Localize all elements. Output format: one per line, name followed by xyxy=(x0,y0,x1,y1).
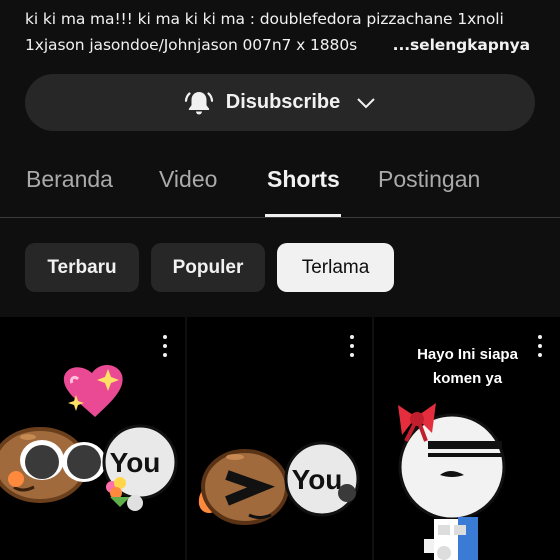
tab-postingan[interactable]: Postingan xyxy=(378,166,480,193)
short-3-artwork xyxy=(398,403,506,560)
chevron-down-icon xyxy=(354,91,378,115)
channel-tabs: Beranda Video Shorts Postingan xyxy=(0,152,560,218)
short-1-sticker-text: You xyxy=(110,447,161,478)
more-options-icon[interactable] xyxy=(346,335,358,357)
filter-chip-terlama[interactable]: Terlama xyxy=(277,243,394,292)
more-options-icon[interactable] xyxy=(534,335,546,357)
subscribe-button[interactable]: Disubscribe xyxy=(25,74,535,131)
short-1-artwork: You xyxy=(0,364,178,511)
description-line-1: ki ki ma ma!!! ki ma ki ki ma : doublefe… xyxy=(25,10,504,28)
show-more-link[interactable]: ...selengkapnya xyxy=(393,32,530,58)
filter-chip-terbaru[interactable]: Terbaru xyxy=(25,243,139,292)
more-options-icon[interactable] xyxy=(159,335,171,357)
short-2-artwork: You xyxy=(198,441,360,525)
description-line-2-text: 1xjason jasondoe/Johnjason 007n7 x 1880s xyxy=(25,36,358,54)
bell-ringing-icon xyxy=(182,86,216,120)
filter-chip-populer[interactable]: Populer xyxy=(151,243,265,292)
short-2-sticker-text: You xyxy=(292,464,343,495)
short-thumbnail-3[interactable]: Hayo Ini siapa komen ya xyxy=(374,317,560,560)
channel-description: ki ki ma ma!!! ki ma ki ki ma : doublefe… xyxy=(25,6,545,58)
short-thumbnail-2[interactable]: You xyxy=(187,317,372,560)
description-line-2: 1xjason jasondoe/Johnjason 007n7 x 1880s… xyxy=(25,32,530,58)
tab-shorts[interactable]: Shorts xyxy=(267,166,340,193)
shorts-grid: You You Hayo Ini siapa komen ya xyxy=(0,317,560,560)
tab-video[interactable]: Video xyxy=(159,166,217,193)
subscribe-label: Disubscribe xyxy=(225,91,341,113)
tab-beranda[interactable]: Beranda xyxy=(26,166,113,193)
active-tab-indicator xyxy=(265,214,341,217)
short-thumbnail-1[interactable]: You xyxy=(0,317,185,560)
